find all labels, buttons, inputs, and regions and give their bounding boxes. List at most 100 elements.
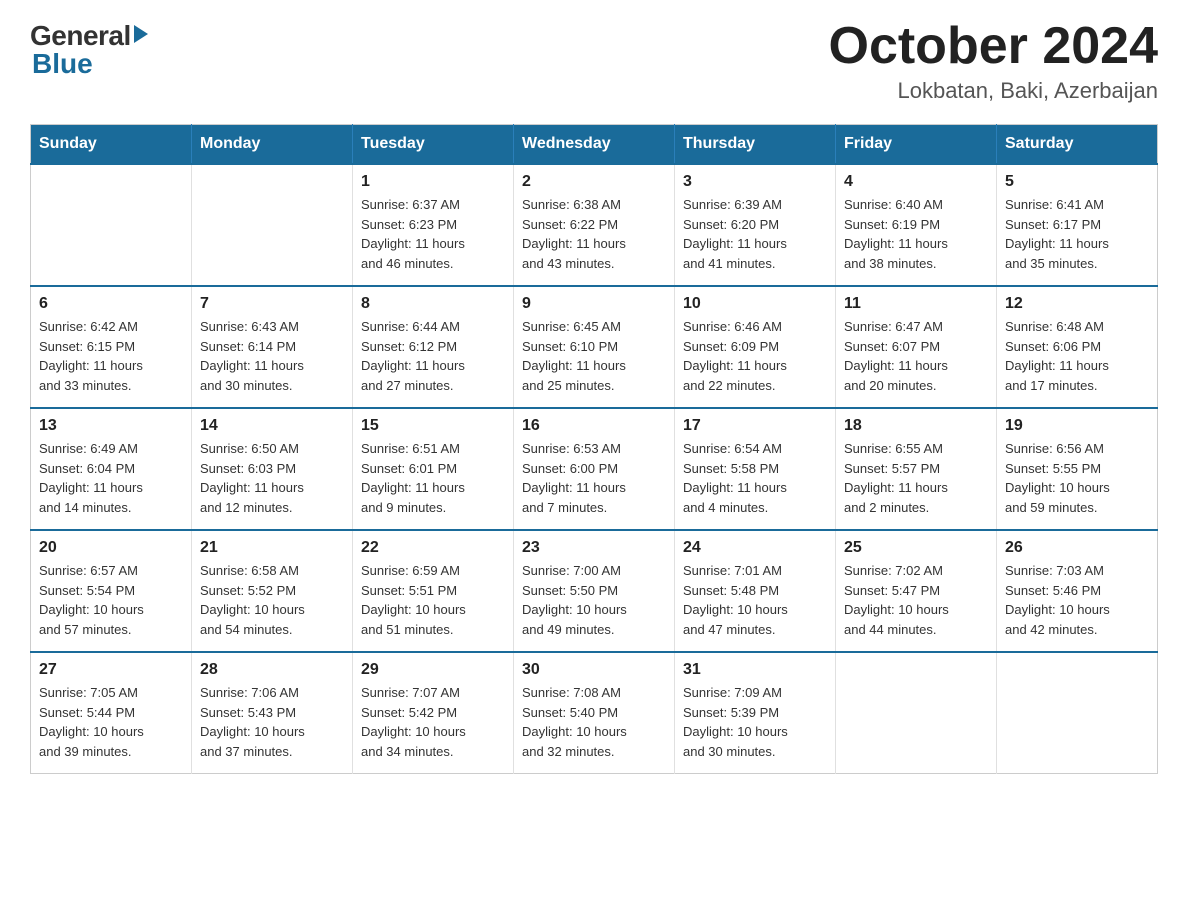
calendar-cell: 16Sunrise: 6:53 AMSunset: 6:00 PMDayligh… [514,408,675,530]
day-info: Sunrise: 6:55 AMSunset: 5:57 PMDaylight:… [844,439,988,517]
day-info: Sunrise: 6:54 AMSunset: 5:58 PMDaylight:… [683,439,827,517]
day-number: 1 [361,173,505,191]
day-info: Sunrise: 6:48 AMSunset: 6:06 PMDaylight:… [1005,317,1149,395]
day-number: 19 [1005,417,1149,435]
day-info: Sunrise: 6:50 AMSunset: 6:03 PMDaylight:… [200,439,344,517]
day-info: Sunrise: 6:37 AMSunset: 6:23 PMDaylight:… [361,195,505,273]
location-title: Lokbatan, Baki, Azerbaijan [829,78,1159,104]
calendar-cell: 28 Sunrise: 7:06 AMSunset: 5:43 PMDayligh… [192,652,353,774]
calendar-cell: 3Sunrise: 6:39 AMSunset: 6:20 PMDaylight… [675,164,836,286]
calendar-cell: 20Sunrise: 6:57 AMSunset: 5:54 PMDayligh… [31,530,192,652]
calendar-cell: 21Sunrise: 6:58 AMSunset: 5:52 PMDayligh… [192,530,353,652]
day-number: 9 [522,295,666,313]
calendar-cell: 18 Sunrise: 6:55 AMSunset: 5:57 PMDayligh… [836,408,997,530]
page-header: General Blue October 2024 Lokbatan, Baki… [30,20,1158,104]
day-number: 28 [200,661,344,679]
day-number: 31 [683,661,827,679]
day-info: Sunrise: 6:42 AMSunset: 6:15 PMDaylight:… [39,317,183,395]
calendar-cell [31,164,192,286]
day-info: Sunrise: 6:59 AMSunset: 5:51 PMDaylight:… [361,561,505,639]
day-number: 23 [522,539,666,557]
calendar-week-row: 1 Sunrise: 6:37 AMSunset: 6:23 PMDaylight… [31,164,1158,286]
day-number: 11 [844,295,988,313]
calendar-cell [192,164,353,286]
calendar-cell: 9 Sunrise: 6:45 AMSunset: 6:10 PMDaylight… [514,286,675,408]
calendar-cell [997,652,1158,774]
day-number: 6 [39,295,183,313]
calendar-week-row: 20Sunrise: 6:57 AMSunset: 5:54 PMDayligh… [31,530,1158,652]
day-info: Sunrise: 6:47 AMSunset: 6:07 PMDaylight:… [844,317,988,395]
day-info: Sunrise: 7:02 AMSunset: 5:47 PMDaylight:… [844,561,988,639]
day-info: Sunrise: 6:56 AMSunset: 5:55 PMDaylight:… [1005,439,1149,517]
day-info: Sunrise: 6:58 AMSunset: 5:52 PMDaylight:… [200,561,344,639]
calendar-cell: 23 Sunrise: 7:00 AMSunset: 5:50 PMDayligh… [514,530,675,652]
day-number: 16 [522,417,666,435]
day-of-week-monday: Monday [192,125,353,165]
title-section: October 2024 Lokbatan, Baki, Azerbaijan [829,20,1159,104]
calendar-cell: 14 Sunrise: 6:50 AMSunset: 6:03 PMDayligh… [192,408,353,530]
day-info: Sunrise: 7:00 AMSunset: 5:50 PMDaylight:… [522,561,666,639]
calendar-cell: 6 Sunrise: 6:42 AMSunset: 6:15 PMDaylight… [31,286,192,408]
calendar-cell: 10 Sunrise: 6:46 AMSunset: 6:09 PMDayligh… [675,286,836,408]
day-of-week-sunday: Sunday [31,125,192,165]
day-info: Sunrise: 7:03 AMSunset: 5:46 PMDaylight:… [1005,561,1149,639]
calendar-cell: 30Sunrise: 7:08 AMSunset: 5:40 PMDayligh… [514,652,675,774]
day-number: 29 [361,661,505,679]
calendar-cell: 1 Sunrise: 6:37 AMSunset: 6:23 PMDaylight… [353,164,514,286]
calendar-cell: 27 Sunrise: 7:05 AMSunset: 5:44 PMDayligh… [31,652,192,774]
day-info: Sunrise: 7:08 AMSunset: 5:40 PMDaylight:… [522,683,666,761]
calendar-week-row: 6 Sunrise: 6:42 AMSunset: 6:15 PMDaylight… [31,286,1158,408]
calendar-table: SundayMondayTuesdayWednesdayThursdayFrid… [30,124,1158,774]
day-of-week-tuesday: Tuesday [353,125,514,165]
calendar-cell: 2Sunrise: 6:38 AMSunset: 6:22 PMDaylight… [514,164,675,286]
calendar-cell: 7 Sunrise: 6:43 AMSunset: 6:14 PMDaylight… [192,286,353,408]
calendar-cell: 5 Sunrise: 6:41 AMSunset: 6:17 PMDaylight… [997,164,1158,286]
day-number: 14 [200,417,344,435]
day-info: Sunrise: 6:43 AMSunset: 6:14 PMDaylight:… [200,317,344,395]
month-title: October 2024 [829,20,1159,72]
day-of-week-thursday: Thursday [675,125,836,165]
day-number: 26 [1005,539,1149,557]
day-number: 3 [683,173,827,191]
day-number: 27 [39,661,183,679]
calendar-cell: 13Sunrise: 6:49 AMSunset: 6:04 PMDayligh… [31,408,192,530]
day-number: 17 [683,417,827,435]
logo: General Blue [30,20,148,80]
day-of-week-saturday: Saturday [997,125,1158,165]
calendar-cell: 25Sunrise: 7:02 AMSunset: 5:47 PMDayligh… [836,530,997,652]
calendar-cell: 22 Sunrise: 6:59 AMSunset: 5:51 PMDayligh… [353,530,514,652]
day-info: Sunrise: 6:57 AMSunset: 5:54 PMDaylight:… [39,561,183,639]
calendar-cell: 8Sunrise: 6:44 AMSunset: 6:12 PMDaylight… [353,286,514,408]
day-number: 22 [361,539,505,557]
day-number: 2 [522,173,666,191]
day-number: 7 [200,295,344,313]
day-number: 18 [844,417,988,435]
day-info: Sunrise: 7:01 AMSunset: 5:48 PMDaylight:… [683,561,827,639]
calendar-cell: 29 Sunrise: 7:07 AMSunset: 5:42 PMDayligh… [353,652,514,774]
day-number: 10 [683,295,827,313]
calendar-cell: 15Sunrise: 6:51 AMSunset: 6:01 PMDayligh… [353,408,514,530]
day-number: 4 [844,173,988,191]
day-info: Sunrise: 6:41 AMSunset: 6:17 PMDaylight:… [1005,195,1149,273]
day-info: Sunrise: 7:07 AMSunset: 5:42 PMDaylight:… [361,683,505,761]
calendar-cell: 24 Sunrise: 7:01 AMSunset: 5:48 PMDayligh… [675,530,836,652]
day-of-week-friday: Friday [836,125,997,165]
calendar-cell: 31 Sunrise: 7:09 AMSunset: 5:39 PMDayligh… [675,652,836,774]
day-number: 24 [683,539,827,557]
day-info: Sunrise: 7:09 AMSunset: 5:39 PMDaylight:… [683,683,827,761]
calendar-cell: 17 Sunrise: 6:54 AMSunset: 5:58 PMDayligh… [675,408,836,530]
day-info: Sunrise: 6:51 AMSunset: 6:01 PMDaylight:… [361,439,505,517]
day-number: 12 [1005,295,1149,313]
calendar-week-row: 13Sunrise: 6:49 AMSunset: 6:04 PMDayligh… [31,408,1158,530]
day-info: Sunrise: 6:45 AMSunset: 6:10 PMDaylight:… [522,317,666,395]
calendar-cell [836,652,997,774]
day-info: Sunrise: 7:06 AMSunset: 5:43 PMDaylight:… [200,683,344,761]
logo-arrow-icon [134,25,148,43]
calendar-cell: 4Sunrise: 6:40 AMSunset: 6:19 PMDaylight… [836,164,997,286]
day-number: 5 [1005,173,1149,191]
day-info: Sunrise: 6:46 AMSunset: 6:09 PMDaylight:… [683,317,827,395]
day-info: Sunrise: 7:05 AMSunset: 5:44 PMDaylight:… [39,683,183,761]
calendar-cell: 26 Sunrise: 7:03 AMSunset: 5:46 PMDayligh… [997,530,1158,652]
calendar-week-row: 27 Sunrise: 7:05 AMSunset: 5:44 PMDayligh… [31,652,1158,774]
day-number: 8 [361,295,505,313]
